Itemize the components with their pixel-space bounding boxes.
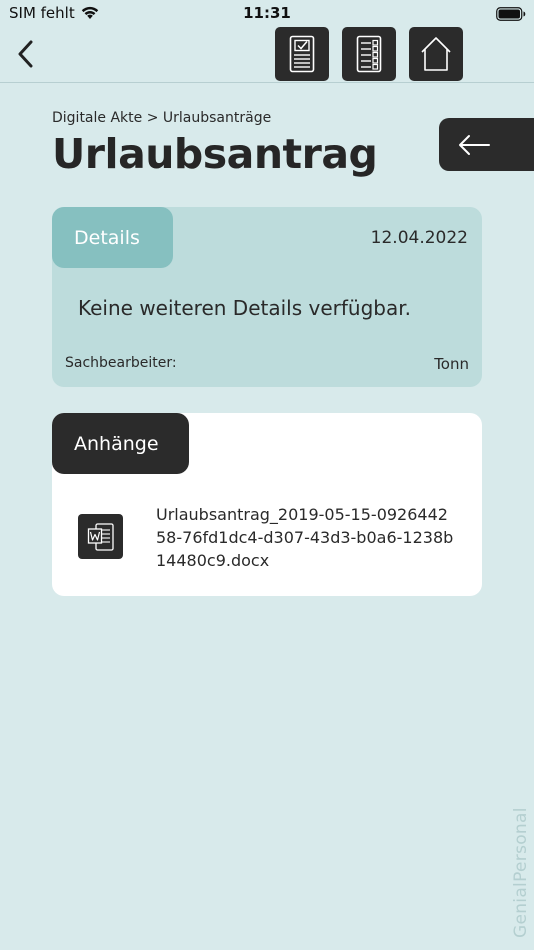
attachments-tab-label: Anhänge <box>74 432 159 455</box>
tasks-nav-button[interactable] <box>342 27 396 81</box>
arrow-left-icon <box>459 134 490 155</box>
clerk-value: Tonn <box>434 355 469 373</box>
page-title: Urlaubsantrag <box>52 130 378 178</box>
home-icon <box>421 37 451 71</box>
battery-icon <box>496 6 526 25</box>
requests-nav-button[interactable] <box>275 27 329 81</box>
breadcrumb: Digitale Akte > Urlaubsanträge <box>52 110 272 126</box>
attachments-tab: Anhänge <box>52 413 189 474</box>
checklist-document-icon <box>289 35 315 73</box>
clock: 11:31 <box>243 4 291 22</box>
status-bar: SIM fehlt 11:31 <box>0 0 534 26</box>
request-date: 12.04.2022 <box>370 228 468 248</box>
details-tab-label: Details <box>74 226 140 249</box>
back-button[interactable] <box>10 36 40 72</box>
task-list-icon <box>356 35 382 73</box>
attachment-item[interactable]: Urlaubsantrag_2019-05-15-092644258-76fd1… <box>78 503 468 573</box>
back-arrow-button[interactable] <box>439 118 534 171</box>
home-nav-button[interactable] <box>409 27 463 81</box>
chevron-left-icon <box>18 40 33 68</box>
details-card: Details 12.04.2022 Keine weiteren Detail… <box>52 207 482 387</box>
clerk-label: Sachbearbeiter: <box>65 355 177 371</box>
navigation-bar <box>0 26 534 83</box>
attachments-card: Anhänge Urlaubsantrag_2019-05-15-0926442… <box>52 413 482 596</box>
word-document-icon <box>78 514 123 559</box>
brand-watermark: GenialPersonal <box>511 807 531 938</box>
details-tab: Details <box>52 207 173 268</box>
attachment-filename[interactable]: Urlaubsantrag_2019-05-15-092644258-76fd1… <box>156 503 456 572</box>
details-text: Keine weiteren Details verfügbar. <box>78 296 411 320</box>
